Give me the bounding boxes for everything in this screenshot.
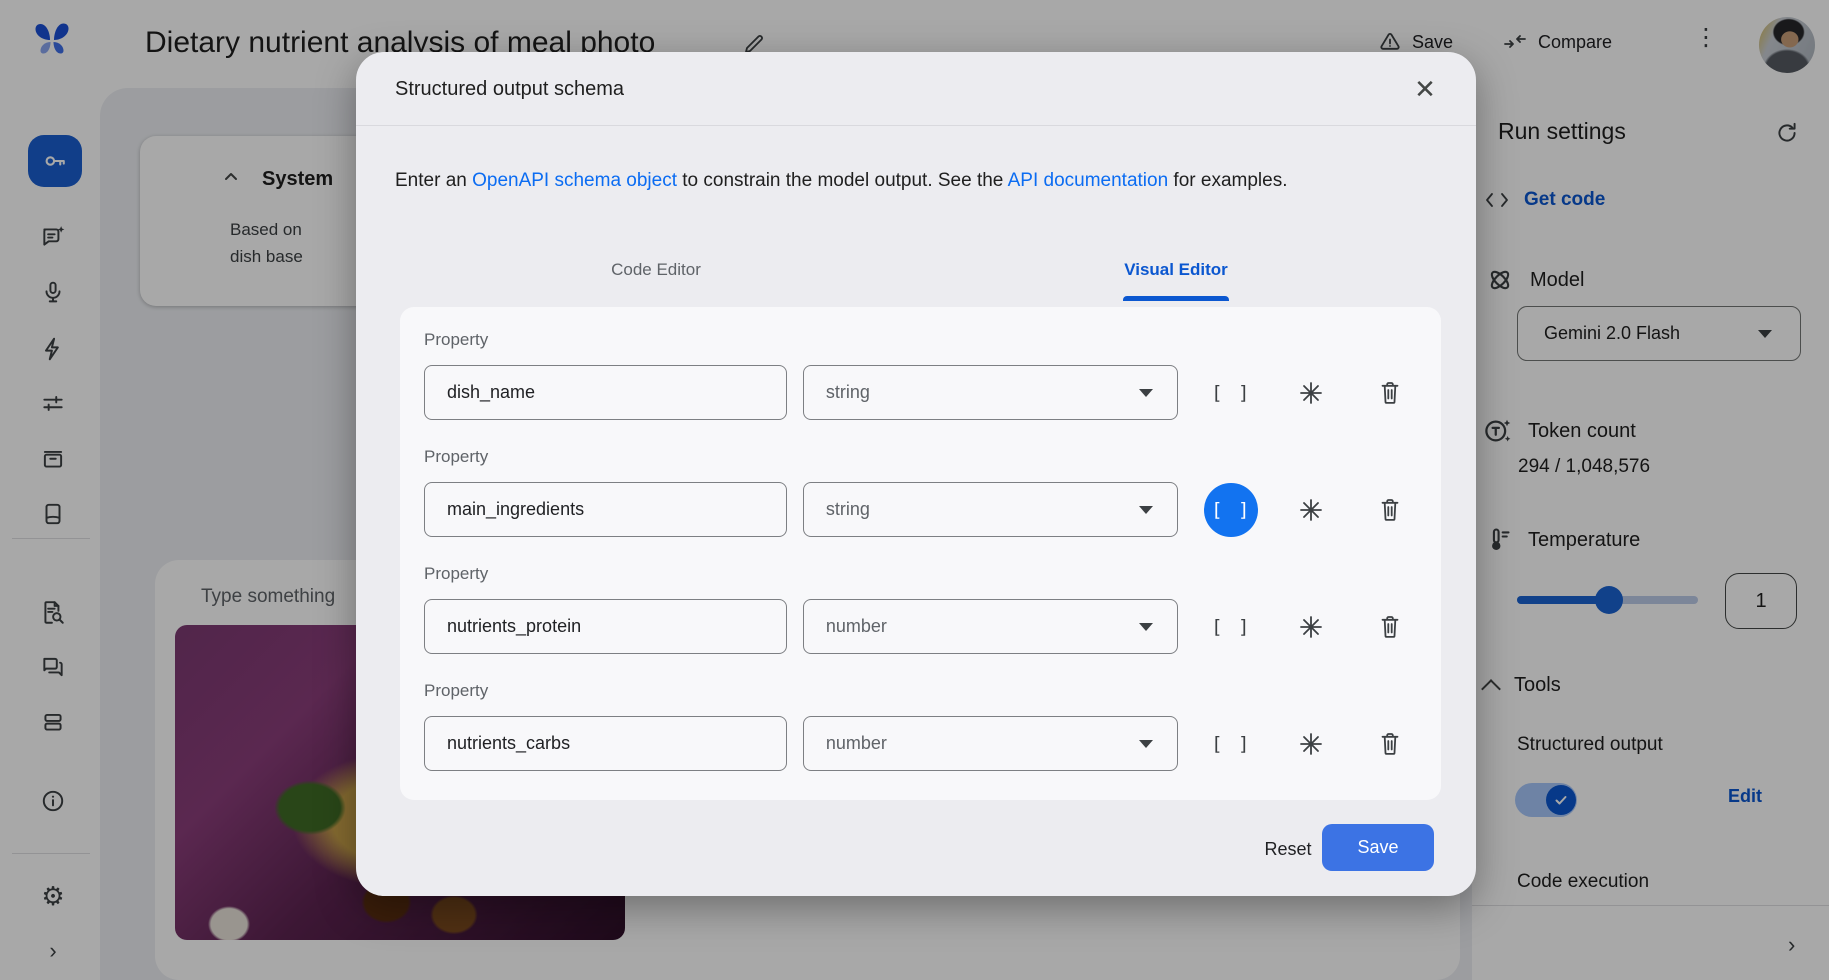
dialog-footer: Reset Save	[356, 800, 1476, 896]
delete-property-button[interactable]	[1364, 483, 1418, 537]
asterisk-icon	[1297, 613, 1325, 641]
property-row: Property number [ ]	[424, 678, 1417, 771]
property-type-dropdown[interactable]: number	[803, 599, 1179, 654]
active-tab-underline	[1123, 296, 1229, 301]
property-name-input[interactable]	[424, 482, 787, 537]
required-toggle-button[interactable]	[1284, 717, 1338, 771]
property-row: Property string [ ]	[424, 327, 1417, 420]
property-type-value: number	[826, 616, 887, 637]
trash-icon	[1378, 380, 1402, 406]
api-documentation-link[interactable]: API documentation	[1008, 170, 1169, 191]
array-toggle-button[interactable]: [ ]	[1204, 366, 1258, 420]
array-toggle-button[interactable]: [ ]	[1204, 600, 1258, 654]
editor-tabs: Code Editor Visual Editor	[356, 252, 1476, 306]
required-toggle-button[interactable]	[1284, 366, 1338, 420]
property-controls: number [ ]	[424, 599, 1417, 654]
asterisk-icon	[1297, 379, 1325, 407]
property-name-input[interactable]	[424, 716, 787, 771]
chevron-down-icon	[1139, 506, 1153, 514]
trash-icon	[1378, 614, 1402, 640]
required-toggle-button[interactable]	[1284, 483, 1338, 537]
array-toggle-button[interactable]: [ ]	[1204, 717, 1258, 771]
close-icon[interactable]: ✕	[1410, 74, 1440, 104]
property-type-value: number	[826, 733, 887, 754]
chevron-down-icon	[1139, 740, 1153, 748]
trash-icon	[1378, 731, 1402, 757]
property-controls: string [ ]	[424, 482, 1417, 537]
chevron-down-icon	[1139, 389, 1153, 397]
trash-icon	[1378, 497, 1402, 523]
property-controls: string [ ]	[424, 365, 1417, 420]
delete-property-button[interactable]	[1364, 717, 1418, 771]
chevron-down-icon	[1139, 623, 1153, 631]
property-name-input[interactable]	[424, 365, 787, 420]
openapi-schema-link[interactable]: OpenAPI schema object	[472, 170, 677, 191]
property-controls: number [ ]	[424, 716, 1417, 771]
property-row: Property number [ ]	[424, 561, 1417, 654]
asterisk-icon	[1297, 496, 1325, 524]
dialog-description: Enter an OpenAPI schema object to constr…	[395, 170, 1287, 192]
property-type-value: string	[826, 499, 870, 520]
delete-property-button[interactable]	[1364, 600, 1418, 654]
property-name-input[interactable]	[424, 599, 787, 654]
reset-button[interactable]: Reset	[1248, 828, 1328, 870]
property-type-dropdown[interactable]: string	[803, 365, 1179, 420]
array-toggle-button[interactable]: [ ]	[1204, 483, 1258, 537]
tab-code-editor[interactable]: Code Editor	[556, 260, 756, 280]
property-type-dropdown[interactable]: number	[803, 716, 1179, 771]
dialog-title: Structured output schema	[395, 78, 624, 101]
delete-property-button[interactable]	[1364, 366, 1418, 420]
description-text: to constrain the model output. See the	[677, 170, 1008, 191]
dialog-header: Structured output schema ✕	[356, 52, 1476, 126]
property-type-dropdown[interactable]: string	[803, 482, 1179, 537]
description-text: for examples.	[1168, 170, 1287, 191]
asterisk-icon	[1297, 730, 1325, 758]
property-label: Property	[424, 327, 1417, 353]
property-row: Property string [ ]	[424, 444, 1417, 537]
description-text: Enter an	[395, 170, 472, 191]
property-label: Property	[424, 561, 1417, 587]
structured-output-schema-dialog: Structured output schema ✕ Enter an Open…	[356, 52, 1476, 896]
property-label: Property	[424, 678, 1417, 704]
required-toggle-button[interactable]	[1284, 600, 1338, 654]
property-type-value: string	[826, 382, 870, 403]
property-label: Property	[424, 444, 1417, 470]
properties-list: Property string [ ]	[400, 307, 1441, 800]
dialog-save-button[interactable]: Save	[1322, 824, 1434, 871]
ai-studio-app: Dietary nutrient analysis of meal photo …	[0, 0, 1829, 980]
tab-visual-editor[interactable]: Visual Editor	[1066, 260, 1286, 280]
